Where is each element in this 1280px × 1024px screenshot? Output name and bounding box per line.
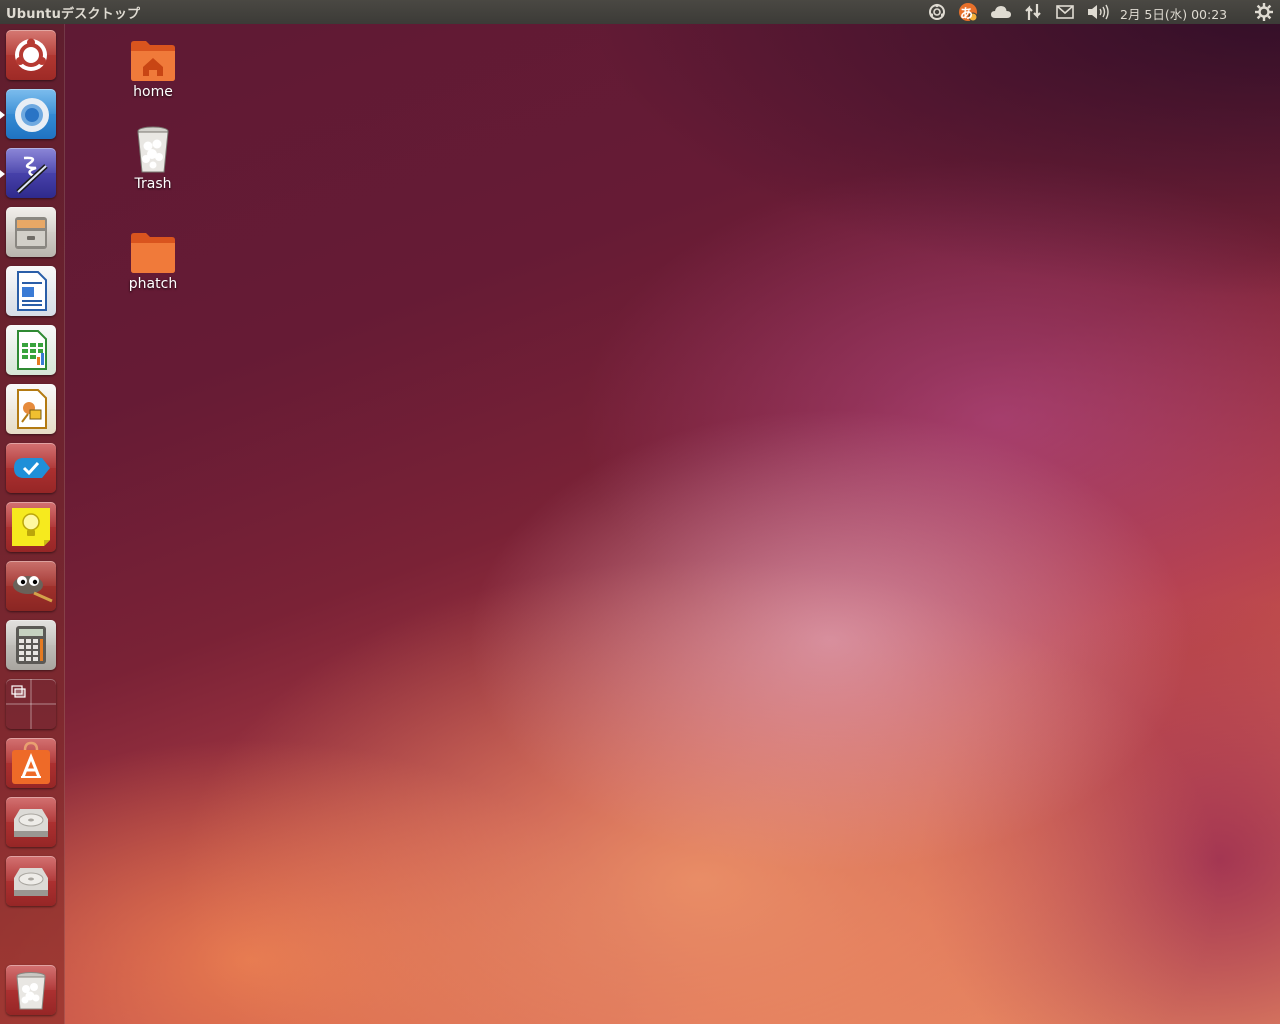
trash-icon	[137, 126, 169, 173]
trash-icon	[16, 972, 46, 1010]
desktop-icon-trash[interactable]: Trash	[108, 124, 198, 192]
input-method-icon[interactable]: あ	[957, 3, 979, 22]
launcher-calculator[interactable]	[6, 620, 56, 670]
launcher-libreoffice-impress[interactable]	[6, 384, 56, 434]
running-indicator	[0, 170, 5, 178]
ubuntu-one-icon[interactable]	[926, 3, 948, 21]
launcher-tomboy-notes[interactable]	[6, 502, 56, 552]
calculator-icon	[16, 626, 46, 664]
gimp-icon	[13, 576, 53, 603]
chromium-icon	[15, 98, 49, 132]
writer-icon	[17, 271, 47, 311]
file-cabinet-icon	[15, 217, 47, 249]
mail-icon[interactable]	[1054, 3, 1076, 21]
input-method-label: あ	[960, 7, 974, 22]
launcher-files[interactable]	[6, 207, 56, 257]
launcher-workspace-switcher[interactable]	[6, 679, 56, 729]
desktop-icon-phatch[interactable]: phatch	[108, 230, 198, 292]
desktop-icon-label: phatch	[128, 276, 178, 292]
desktop-icon-home[interactable]: home	[108, 38, 198, 100]
launcher	[0, 24, 65, 1024]
active-window-title: Ubuntuデスクトップ	[6, 7, 141, 22]
desktop-icon-label: home	[133, 84, 173, 100]
network-icon[interactable]	[1022, 3, 1044, 21]
checkmark-icon	[14, 458, 50, 478]
emacs-icon	[16, 156, 48, 194]
launcher-libreoffice-writer[interactable]	[6, 266, 56, 316]
hard-drive-icon	[14, 809, 48, 837]
impress-icon	[17, 389, 47, 429]
launcher-drive-1[interactable]	[6, 797, 56, 847]
lightbulb-note-icon	[12, 508, 50, 546]
top-panel: Ubuntuデスクトップ あ 2月 5日(水) 00:23	[0, 0, 1280, 24]
session-gear-icon[interactable]	[1253, 3, 1275, 21]
launcher-drive-2[interactable]	[6, 856, 56, 906]
launcher-emacs[interactable]	[6, 148, 56, 198]
ubuntu-logo-icon	[15, 38, 47, 71]
hard-drive-icon	[14, 868, 48, 896]
folder-icon	[131, 233, 175, 273]
launcher-software-center[interactable]	[6, 738, 56, 788]
launcher-libreoffice-calc[interactable]	[6, 325, 56, 375]
running-indicator	[0, 111, 5, 119]
launcher-chromium[interactable]	[6, 89, 56, 139]
launcher-dash-home[interactable]	[6, 30, 56, 80]
desktop-icon-label: Trash	[134, 176, 172, 192]
launcher-trash[interactable]	[6, 965, 56, 1015]
workspace-icon	[6, 679, 56, 729]
launcher-tasks[interactable]	[6, 443, 56, 493]
cloud-icon[interactable]	[989, 3, 1013, 21]
home-folder-icon	[131, 41, 175, 81]
launcher-gimp[interactable]	[6, 561, 56, 611]
calc-icon	[17, 330, 47, 370]
volume-icon[interactable]	[1086, 3, 1110, 21]
clock[interactable]: 2月 5日(水) 00:23	[1120, 4, 1227, 22]
software-center-icon	[12, 741, 50, 784]
